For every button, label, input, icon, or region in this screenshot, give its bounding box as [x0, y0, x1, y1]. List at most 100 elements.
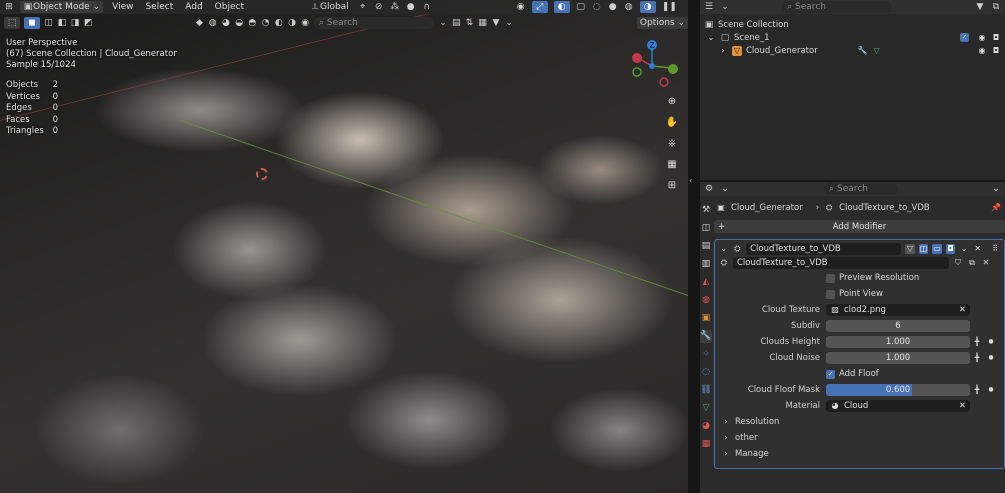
chevron-down-icon[interactable]: ⌄ — [505, 18, 514, 28]
chevron-down-icon[interactable]: ⌄ — [991, 184, 1001, 194]
select-subtract-icon[interactable]: ◧ — [57, 18, 67, 28]
y-axis-handle[interactable] — [668, 64, 678, 74]
sort-icon[interactable]: ▤ — [452, 18, 461, 28]
cage-icon[interactable]: ◫ — [918, 244, 929, 254]
camera-filter-icon[interactable]: ◔ — [261, 18, 270, 28]
collection-filter-icon[interactable]: ◉ — [301, 18, 310, 28]
filter-icon[interactable]: ▼ — [491, 18, 500, 28]
menu-add[interactable]: Add — [182, 1, 205, 13]
close-icon[interactable]: ✕ — [973, 244, 983, 254]
texture-tab-icon[interactable]: ▦ — [700, 438, 712, 451]
select-extend-icon[interactable]: ◫ — [44, 18, 53, 28]
visibility-toggle-icon[interactable]: ◆ — [195, 18, 204, 28]
data-tab-icon[interactable]: ▽ — [700, 402, 712, 415]
subdiv-field[interactable]: 6 — [826, 320, 970, 332]
modifier-tab-icon[interactable]: 🔧 — [700, 330, 712, 343]
subpanel-other[interactable]: › other — [715, 430, 1004, 446]
menu-view[interactable]: View — [109, 1, 136, 13]
viewport-sidebar-toggle[interactable]: ‹ — [689, 176, 697, 186]
area-divider[interactable] — [688, 0, 700, 493]
display-mode-icon[interactable]: ⌄ — [720, 184, 730, 194]
properties-editor-icon[interactable]: ⚙ — [704, 184, 714, 194]
node-group-field[interactable]: CloudTexture_to_VDB — [733, 257, 949, 269]
view-layer-tab-icon[interactable]: ▥ — [700, 258, 712, 271]
editor-type-icon[interactable]: ⊞ — [4, 2, 14, 12]
pause-icon[interactable]: ❚❚ — [662, 2, 677, 12]
clouds-height-field[interactable]: 1.000 — [826, 336, 970, 348]
keyframe-dot-icon[interactable]: ● — [986, 385, 996, 395]
filter-icon[interactable]: ▼ — [975, 2, 985, 12]
snap-icon[interactable]: ⊘ — [374, 2, 384, 12]
world-tab-icon[interactable]: ◍ — [700, 294, 712, 307]
render-icon[interactable]: ◘ — [945, 244, 956, 254]
close-icon[interactable]: ✕ — [981, 258, 991, 268]
select-invert-icon[interactable]: ◨ — [70, 18, 80, 28]
shading-wireframe-icon[interactable]: ◌ — [592, 2, 602, 12]
scene-tab-icon[interactable]: ◭ — [700, 276, 712, 289]
select-tool-button[interactable]: ⬚ — [4, 17, 20, 29]
drag-handle-icon[interactable]: ⠿ — [990, 244, 1000, 254]
mesh-filter-icon[interactable]: ◒ — [235, 18, 244, 28]
quad-view-icon[interactable]: ⊞ — [665, 179, 679, 193]
add-modifier-button[interactable]: + Add Modifier — [714, 220, 1005, 233]
preview-resolution-row[interactable]: Preview Resolution — [715, 270, 1004, 286]
add-floof-row[interactable]: ✓ Add Floof — [715, 366, 1004, 382]
navigation-gizmo[interactable]: Z — [626, 38, 682, 88]
mode-dropdown[interactable]: ▣ Object Mode ⌄ — [20, 1, 104, 13]
viewport-filter-icon[interactable]: ◍ — [208, 18, 217, 28]
camera-icon[interactable]: ◘ — [991, 46, 1001, 56]
subpanel-manage[interactable]: › Manage — [715, 446, 1004, 462]
filter-dropdown-icon[interactable]: ⌄ — [438, 18, 447, 28]
proportional-edit-icon[interactable]: ● — [406, 2, 416, 12]
attribute-toggle-icon[interactable]: ╋ — [972, 337, 982, 347]
keyframe-dot-icon[interactable]: ● — [986, 337, 996, 347]
constraints-tab-icon[interactable]: ⛓ — [700, 384, 712, 397]
select-intersect-icon[interactable]: ◩ — [84, 18, 93, 28]
subpanel-resolution[interactable]: › Resolution — [715, 414, 1004, 430]
x-axis-handle[interactable] — [632, 53, 642, 63]
eye-icon[interactable]: ◉ — [977, 46, 987, 56]
pan-hand-icon[interactable]: ✋ — [665, 116, 679, 130]
chevron-down-icon[interactable]: ⌄ — [959, 244, 969, 254]
properties-search-input[interactable]: ⌕ Search — [824, 183, 898, 195]
material-tab-icon[interactable]: ◕ — [700, 420, 712, 433]
shading-solid-icon[interactable]: ● — [608, 2, 618, 12]
material-field[interactable]: ◕ Cloud ✕ — [826, 400, 970, 412]
menu-select[interactable]: Select — [142, 1, 176, 13]
tool-tab-icon[interactable]: ⚒ — [700, 204, 712, 217]
display-mode-icon[interactable]: ⌄ — [720, 2, 730, 12]
point-view-row[interactable]: Point View — [715, 286, 1004, 302]
keyframe-dot-icon[interactable]: ● — [986, 353, 996, 363]
menu-object[interactable]: Object — [212, 1, 247, 13]
attribute-toggle-icon[interactable]: ╋ — [972, 385, 982, 395]
outliner-item-scene[interactable]: ⌄ ▢ Scene_1 ✓ ◉ ◘ — [700, 31, 1005, 44]
eye-icon[interactable]: ◉ — [977, 33, 987, 43]
realtime-icon[interactable]: ▭ — [932, 244, 942, 254]
close-icon[interactable]: ✕ — [959, 401, 966, 411]
node-tree-icon[interactable]: ⛭ — [719, 258, 729, 268]
chevron-down-icon[interactable]: ⌄ — [719, 244, 729, 254]
viewport-search-input[interactable]: ⌕ Search — [313, 17, 435, 29]
overlay-toggle[interactable]: ◐ — [553, 1, 570, 13]
pin-icon[interactable]: 📌 — [991, 203, 1001, 213]
other-filter-icon[interactable]: ◑ — [287, 18, 296, 28]
neg-z-axis-handle[interactable] — [649, 63, 655, 69]
3d-viewport[interactable]: ⊞ ▣ Object Mode ⌄ View Select Add Object… — [0, 0, 688, 493]
light-filter-icon[interactable]: ◓ — [248, 18, 257, 28]
attribute-toggle-icon[interactable]: ╋ — [972, 353, 982, 363]
falloff-icon[interactable]: ∩ — [422, 2, 432, 12]
zoom-icon[interactable]: ⊕ — [665, 95, 679, 109]
preview-resolution-checkbox[interactable] — [826, 273, 835, 283]
close-icon[interactable]: ✕ — [959, 305, 966, 315]
chevron-right-icon[interactable]: › — [718, 46, 728, 56]
empty-filter-icon[interactable]: ◐ — [274, 18, 283, 28]
xray-icon[interactable]: ▢ — [576, 2, 586, 12]
pivot-icon[interactable]: ⌖ — [358, 2, 368, 12]
shading-material-icon[interactable]: ◍ — [624, 2, 634, 12]
outliner-editor-icon[interactable]: ☰ — [704, 2, 714, 12]
camera-icon[interactable]: ◘ — [991, 33, 1001, 43]
chevron-down-icon[interactable]: ⌄ — [706, 33, 716, 43]
exclude-checkbox[interactable]: ✓ — [960, 32, 969, 42]
outliner-item-cloud-generator[interactable]: › ▽ Cloud_Generator 🔧 ▽ ◉ ◘ — [700, 44, 1005, 57]
fake-user-shield-icon[interactable]: ⛉ — [953, 258, 963, 268]
